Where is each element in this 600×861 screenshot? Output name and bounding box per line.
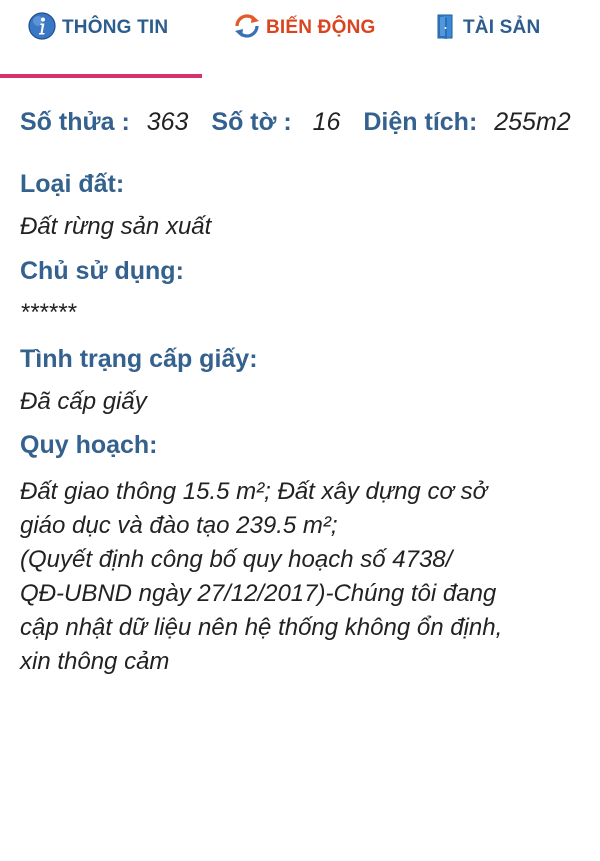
quy-hoach-line: Đất giao thông 15.5 m²; Đất xây dựng cơ … <box>20 478 488 505</box>
door-icon <box>435 12 455 45</box>
quy-hoach-text: Đất giao thông 15.5 m²; Đất xây dựng cơ … <box>20 475 592 679</box>
dien-tich-value: 255m2 <box>494 108 571 136</box>
tab-label: BIẾN ĐỘNG <box>266 17 376 38</box>
chu-su-dung-value: ****** <box>20 299 77 326</box>
quy-hoach-line: giáo dục và đào tạo 239.5 m²; <box>20 512 338 539</box>
tab-bar: THÔNG TIN BIẾN ĐỘNG TÀI SẢN <box>0 0 600 80</box>
so-thua-value: 363 <box>146 108 189 136</box>
tab-label: TÀI SẢN <box>463 17 541 38</box>
quy-hoach-heading: Quy hoạch: <box>20 431 158 459</box>
parcel-summary: Số thửa : 363 Số tờ : 16 Diện tích: 255m… <box>20 104 600 140</box>
tab-tai-san[interactable]: TÀI SẢN <box>435 12 540 44</box>
quy-hoach-line: xin thông cảm <box>20 648 170 675</box>
info-icon <box>28 11 56 45</box>
loai-dat-heading: Loại đất: <box>20 170 125 198</box>
quy-hoach-line: QĐ-UBND ngày 27/12/2017)-Chúng tôi đang <box>20 580 497 607</box>
quy-hoach-line: (Quyết định công bố quy hoạch số 4738/ <box>20 546 453 573</box>
loai-dat-value: Đất rừng sản xuất <box>20 213 212 240</box>
refresh-icon <box>232 12 262 45</box>
chu-su-dung-heading: Chủ sử dụng: <box>20 257 184 285</box>
tab-bien-dong[interactable]: BIẾN ĐỘNG <box>232 12 375 44</box>
tinh-trang-heading: Tình trạng cấp giấy: <box>20 345 258 373</box>
active-tab-indicator <box>0 74 202 78</box>
so-to-value: 16 <box>312 108 341 136</box>
so-to-label: Số tờ : <box>211 108 292 136</box>
tab-label: THÔNG TIN <box>62 17 169 38</box>
dien-tich-label: Diện tích: <box>363 108 478 136</box>
tinh-trang-value: Đã cấp giấy <box>20 388 147 415</box>
quy-hoach-line: cập nhật dữ liệu nên hệ thống không ổn đ… <box>20 614 503 641</box>
so-thua-label: Số thửa : <box>20 108 130 136</box>
tab-thong-tin[interactable]: THÔNG TIN <box>28 11 169 45</box>
